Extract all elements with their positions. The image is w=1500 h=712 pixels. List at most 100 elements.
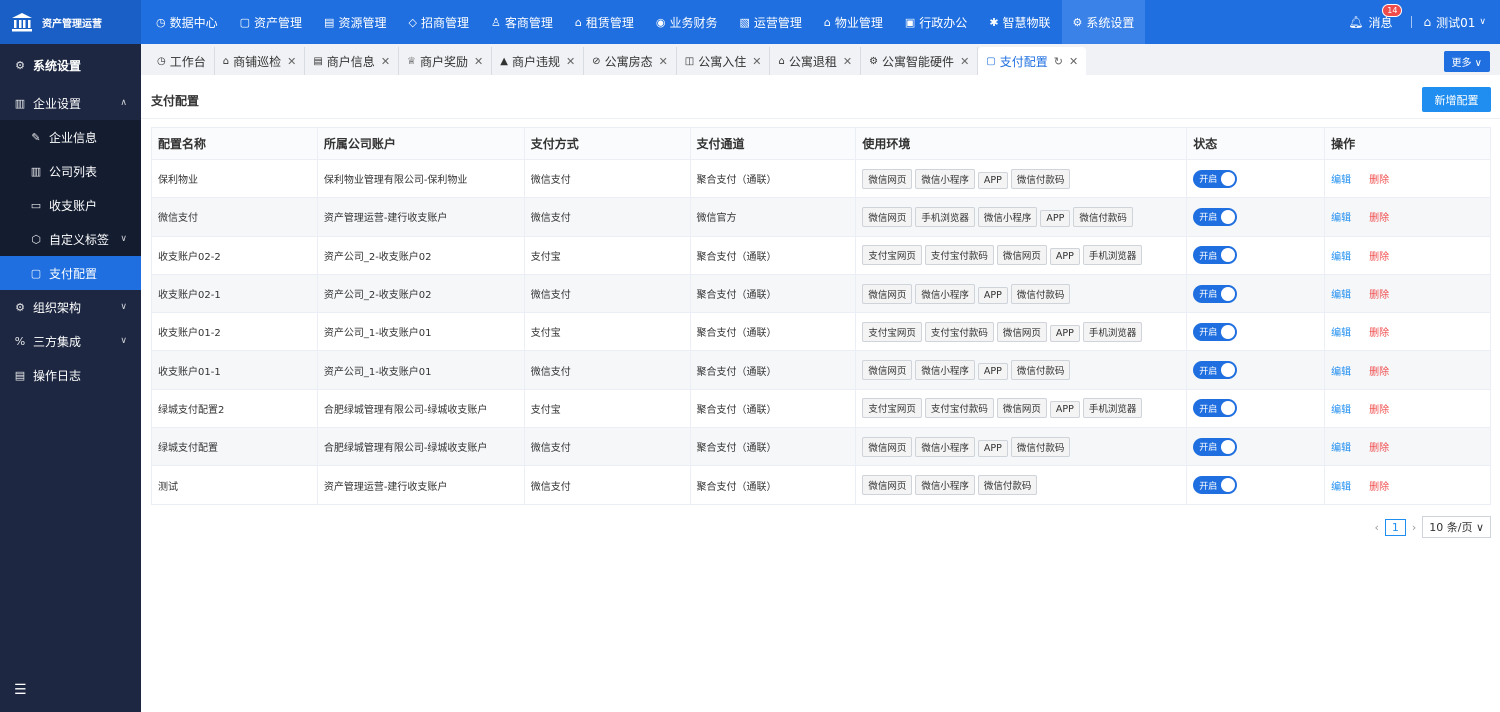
status-toggle[interactable]: 开启 [1193,246,1238,265]
cell-channel: 聚合支付（通联） [689,312,857,352]
status-label: 开启 [1199,404,1218,415]
delete-link[interactable]: 删除 [1369,175,1389,186]
close-icon[interactable]: ✕ [474,55,483,68]
status-toggle[interactable]: 开启 [1193,169,1238,188]
topnav-item[interactable]: ⌂ 租赁管理 [564,0,645,44]
close-icon[interactable]: ✕ [287,55,296,68]
cell-actions: 编辑 删除 [1324,158,1491,199]
status-toggle[interactable]: 开启 [1193,284,1238,303]
tab[interactable]: ▲ 商户违规 ✕ [492,47,585,75]
env-tag: APP [977,363,1008,381]
delete-link[interactable]: 删除 [1369,405,1389,416]
topnav-item[interactable]: ▤ 资源管理 [313,0,397,44]
sidebar-item-accounts[interactable]: ▭ 收支账户 [0,188,141,222]
more-tabs-button[interactable]: 更多 ∨ [1443,51,1490,72]
close-icon[interactable]: ✕ [1069,55,1078,68]
topnav-item[interactable]: ✱ 智慧物联 [978,0,1061,44]
tab[interactable]: ▤ 商户信息 ✕ [305,47,400,75]
close-icon[interactable]: ✕ [381,55,390,68]
add-config-button[interactable]: 新增配置 [1422,87,1491,112]
status-toggle[interactable]: 开启 [1193,476,1238,495]
messages-button[interactable]: 🔔︎ 消息 14 [1348,3,1403,31]
toggle-knob [1221,286,1236,301]
close-icon[interactable]: ✕ [960,55,969,68]
cell-method: 微信支付 [523,197,691,237]
page-size-select[interactable]: 10 条/页 ∨ [1422,516,1491,538]
topnav-item[interactable]: ⚙ 系统设置 [1061,0,1146,44]
close-icon[interactable]: ✕ [752,55,761,68]
current-page[interactable]: 1 [1384,518,1406,536]
close-icon[interactable]: ✕ [659,55,668,68]
sidebar-item-enterprise-settings[interactable]: ▥ 企业设置 ∧ [0,86,141,120]
prev-page-button[interactable]: ‹ [1374,521,1378,534]
edit-link[interactable]: 编辑 [1331,482,1351,493]
logo[interactable]: 资产管理运营 [0,0,141,44]
org-icon: ⚙ [15,300,25,314]
delete-link[interactable]: 删除 [1369,213,1389,224]
tab[interactable]: ⌂ 公寓退租 ✕ [770,47,862,75]
sidebar-item-integrations[interactable]: % 三方集成 ∨ [0,324,141,358]
cell-actions: 编辑 删除 [1324,350,1491,390]
tab[interactable]: ◫ 公寓入住 ✕ [677,47,771,75]
status-toggle[interactable]: 开启 [1193,399,1238,418]
cell-account: 资产公司_2-收支账户02 [316,273,525,314]
table-row: 绿城支付配置 合肥绿城管理有限公司-绿城收支账户 微信支付 聚合支付（通联） 微信网页微… [151,427,1491,467]
tab[interactable]: ◷ 工作台 [149,47,215,75]
cell-actions: 编辑 删除 [1324,235,1491,275]
chevron-down-icon: ∨ [120,336,127,346]
tab[interactable]: ⊘ 公寓房态 ✕ [584,47,677,75]
topnav-item[interactable]: ▧ 运营管理 [728,0,812,44]
edit-link[interactable]: 编辑 [1331,367,1351,378]
status-toggle[interactable]: 开启 [1193,207,1238,226]
cell-status: 开启 [1186,312,1326,352]
edit-link[interactable]: 编辑 [1331,290,1351,301]
sidebar-item-logs[interactable]: ▤ 操作日志 [0,358,141,392]
topnav-item[interactable]: ▣ 行政办公 [894,0,978,44]
tab[interactable]: ♕ 商户奖励 ✕ [399,47,493,75]
delete-link[interactable]: 删除 [1369,367,1389,378]
edit-link[interactable]: 编辑 [1331,405,1351,416]
edit-link[interactable]: 编辑 [1331,328,1351,339]
tab[interactable]: ⌂ 商铺巡检 ✕ [215,47,306,75]
cell-channel: 聚合支付（通联） [689,158,857,199]
sidebar-item-organization[interactable]: ⚙ 组织架构 ∨ [0,290,141,324]
refresh-icon[interactable]: ↻ [1054,55,1063,68]
user-menu[interactable]: ⌂ 测试01 ∨ [1424,14,1487,31]
collapse-menu-icon[interactable]: ☰ [14,682,27,698]
sidebar-item-enterprise-info[interactable]: ✎ 企业信息 [0,120,141,154]
toggle-knob [1221,171,1236,186]
env-tag: 微信付款码 [1073,206,1133,227]
cell-account: 合肥绿城管理有限公司-绿城收支账户 [316,388,525,429]
edit-link[interactable]: 编辑 [1331,175,1351,186]
status-toggle[interactable]: 开启 [1193,437,1238,456]
edit-link[interactable]: 编辑 [1331,252,1351,263]
status-toggle[interactable]: 开启 [1193,322,1238,341]
next-page-button[interactable]: › [1412,521,1416,534]
sidebar-item-company-list[interactable]: ▥ 公司列表 [0,154,141,188]
tab[interactable]: ⚙ 公寓智能硬件 ✕ [861,47,979,75]
delete-link[interactable]: 删除 [1369,290,1389,301]
tab[interactable]: ▢ 支付配置 ↻ ✕ [978,47,1087,75]
edit-link[interactable]: 编辑 [1331,443,1351,454]
delete-link[interactable]: 删除 [1369,252,1389,263]
delete-link[interactable]: 删除 [1369,482,1389,493]
status-toggle[interactable]: 开启 [1193,361,1238,380]
topnav-item[interactable]: ◷ 数据中心 [145,0,229,44]
topnav-item[interactable]: ♙ 客商管理 [480,0,564,44]
sidebar-item-payment-config[interactable]: ▢ 支付配置 [0,256,141,290]
tab-icon: ◷ [157,55,166,67]
topnav-item[interactable]: ▢ 资产管理 [229,0,313,44]
topnav-item[interactable]: ◇ 招商管理 [397,0,479,44]
env-tag: 微信网页 [862,360,913,381]
topnav-label: 招商管理 [420,15,469,30]
close-icon[interactable]: ✕ [566,55,575,68]
delete-link[interactable]: 删除 [1369,443,1389,454]
close-icon[interactable]: ✕ [843,55,852,68]
chevron-down-icon: ∨ [120,302,127,312]
topnav-item[interactable]: ⌂ 物业管理 [813,0,894,44]
edit-link[interactable]: 编辑 [1331,213,1351,224]
tab-label: 公寓房态 [604,54,653,69]
delete-link[interactable]: 删除 [1369,328,1389,339]
topnav-item[interactable]: ◉ 业务财务 [645,0,729,44]
sidebar-item-custom-tags[interactable]: ⬡ 自定义标签 ∨ [0,222,141,256]
